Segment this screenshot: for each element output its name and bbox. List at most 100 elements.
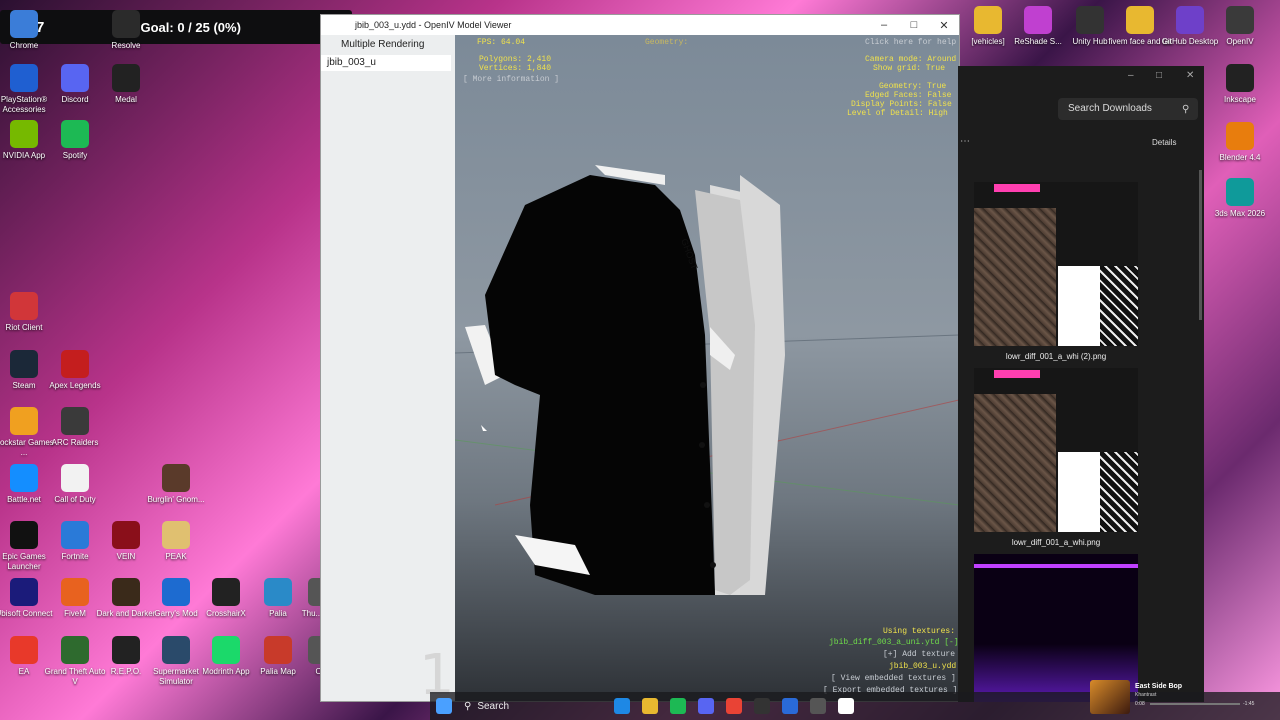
unity-hub-icon — [1076, 6, 1104, 34]
search-downloads-input[interactable]: Search Downloads — [1058, 98, 1198, 120]
hud-add-texture[interactable]: [+] Add texture — [883, 650, 955, 660]
medal-icon — [112, 64, 140, 92]
openiv-taskbar-icon[interactable] — [838, 698, 854, 714]
hud-texture-file[interactable]: jbib_diff_003_a_uni.ytd [-] — [829, 638, 959, 648]
start-icon[interactable] — [436, 698, 452, 714]
openiv-titlebar[interactable]: jbib_003_u.ydd - OpenIV Model Viewer – □… — [321, 15, 959, 35]
ea-icon — [10, 636, 38, 664]
folder-icon[interactable] — [642, 698, 658, 714]
vein-icon — [112, 521, 140, 549]
file-name[interactable]: lowr_diff_001_a_whi.png — [974, 538, 1138, 547]
desktop-icon-blender-4-4[interactable]: Blender 4.4 — [1208, 122, 1272, 163]
ubisoft-connect-icon — [10, 578, 38, 606]
desktop-icon-label: OpenIV — [1226, 37, 1254, 46]
call-of-duty-icon — [61, 464, 89, 492]
desktop-icon-label: Apex Legends — [49, 381, 101, 390]
desktop-icon-call-of-duty[interactable]: Call of Duty — [43, 464, 107, 505]
multiple-rendering-option[interactable]: Multiple Rendering — [321, 39, 455, 53]
hud-using-textures: Using textures: — [883, 627, 956, 636]
model-viewport[interactable]: FPS: 64.04 Geometry: Click here for help… — [455, 35, 959, 701]
desktop-icon-arc-raiders[interactable]: ARC Raiders — [43, 407, 107, 448]
fivem-face-and-tat-icon — [1126, 6, 1154, 34]
desktop-icon-inkscape[interactable]: Inkscape — [1208, 64, 1272, 105]
openiv-icon — [1226, 6, 1254, 34]
rockstar-games-icon — [10, 407, 38, 435]
vehicles-icon — [974, 6, 1002, 34]
file-thumbnail[interactable] — [974, 368, 1138, 532]
close-icon[interactable]: ✕ — [929, 15, 959, 35]
media-elapsed: 0:08 — [1135, 701, 1145, 707]
desktop-icon-spotify[interactable]: Spotify — [43, 120, 107, 161]
openiv-sidebar: Multiple Rendering jbib_003_u 1 — [321, 35, 455, 708]
peak-icon — [162, 521, 190, 549]
hud-view-embedded[interactable]: [ View embedded textures ] — [831, 674, 956, 684]
battle-net-icon — [10, 464, 38, 492]
close-icon[interactable]: ✕ — [1186, 70, 1194, 81]
desktop-icon-burglin-gnom[interactable]: Burglin' Gnom... — [144, 464, 208, 505]
minimize-icon[interactable]: – — [1128, 70, 1134, 81]
modrinth-app-icon — [212, 636, 240, 664]
inkscape-icon — [1226, 64, 1254, 92]
burglin-gnom-icon — [162, 464, 190, 492]
desktop-icon-label: Chrome — [9, 41, 39, 50]
github-desktop-icon — [1176, 6, 1204, 34]
desktop-icon-label: Call of Duty — [54, 495, 96, 504]
steam-icon — [10, 350, 38, 378]
hud-model-file: jbib_003_u.ydd — [889, 662, 957, 671]
playstation-accessories-icon — [10, 64, 38, 92]
riot-client-icon — [10, 292, 38, 320]
discord-icon[interactable] — [698, 698, 714, 714]
settings-icon[interactable] — [810, 698, 826, 714]
media-remaining: -1:45 — [1243, 701, 1255, 707]
window-title: jbib_003_u.ydd - OpenIV Model Viewer — [355, 20, 512, 30]
scrollbar[interactable] — [1199, 170, 1202, 320]
taskbar-search[interactable]: ⚲ Search — [464, 696, 574, 716]
maximize-icon[interactable]: □ — [1156, 70, 1162, 81]
desktop-icon-chrome[interactable]: Chrome — [0, 10, 56, 51]
supermarket-simulator-icon — [162, 636, 190, 664]
album-art[interactable] — [1090, 680, 1130, 714]
desktop-icon-resolve[interactable]: Resolve — [94, 10, 158, 51]
desktop-icon-riot-client[interactable]: Riot Client — [0, 292, 56, 333]
spotify-icon[interactable] — [670, 698, 686, 714]
desktop-icon-label: Spotify — [62, 151, 88, 160]
desktop-icon-label: Riot Client — [5, 323, 43, 332]
nvidia-app-icon — [10, 120, 38, 148]
desktop-icon-label: ARC Raiders — [51, 438, 99, 447]
spotify-icon — [61, 120, 89, 148]
desktop-icon-label: Inkscape — [1223, 95, 1257, 104]
file-explorer-icon[interactable] — [614, 698, 630, 714]
desktop-icon-label: Blender 4.4 — [1219, 153, 1261, 162]
taskbar-search-label: Search — [477, 700, 510, 712]
media-title[interactable]: East Side Bop — [1135, 683, 1182, 690]
media-progress-bar[interactable] — [1150, 703, 1240, 705]
r-e-p-o-icon — [112, 636, 140, 664]
maximize-icon[interactable]: □ — [899, 15, 929, 35]
details-button[interactable]: Details — [1152, 138, 1176, 147]
chrome-icon[interactable] — [726, 698, 742, 714]
fortnite-icon — [61, 521, 89, 549]
desktop-icon-label: Burglin' Gnom... — [147, 495, 205, 504]
obs-icon[interactable] — [754, 698, 770, 714]
downloads-explorer-window: – □ ✕ Search Downloads ⚲ ⋯ Details lowr_… — [958, 66, 1204, 702]
model-list-item[interactable]: jbib_003_u — [321, 55, 451, 71]
vscode-icon[interactable] — [782, 698, 798, 714]
crosshairx-icon — [212, 578, 240, 606]
arc-raiders-icon — [61, 407, 89, 435]
3ds-max-2026-icon — [1226, 178, 1254, 206]
reshade-s-icon — [1024, 6, 1052, 34]
minimize-icon[interactable]: – — [869, 15, 899, 35]
resolve-icon — [112, 10, 140, 38]
blender-4-4-icon — [1226, 122, 1254, 150]
desktop-icon-peak[interactable]: PEAK — [144, 521, 208, 562]
file-thumbnail[interactable] — [974, 182, 1138, 346]
more-options-icon[interactable]: ⋯ — [960, 136, 970, 147]
desktop-icon-medal[interactable]: Medal — [94, 64, 158, 105]
file-name[interactable]: lowr_diff_001_a_whi (2).png — [974, 352, 1138, 361]
desktop-icon-openiv[interactable]: OpenIV — [1208, 6, 1272, 47]
fivem-icon — [61, 578, 89, 606]
desktop-icon-apex-legends[interactable]: Apex Legends — [43, 350, 107, 391]
desktop-icon-3ds-max-2026[interactable]: 3ds Max 2026 — [1208, 178, 1272, 219]
grand-theft-auto-v-icon — [61, 636, 89, 664]
garry-s-mod-icon — [162, 578, 190, 606]
